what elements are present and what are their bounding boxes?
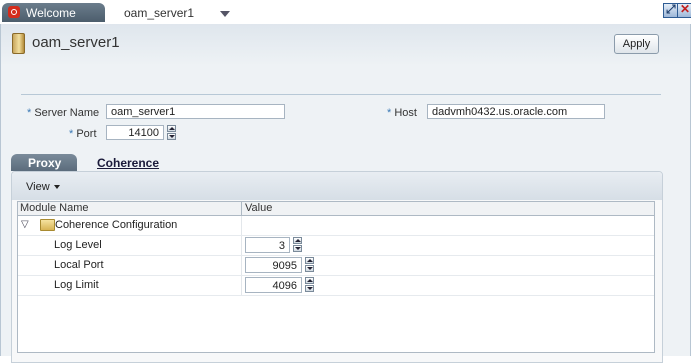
row-label-log-level: Log Level xyxy=(54,239,102,251)
close-icon[interactable]: ✕ xyxy=(677,2,691,18)
coherence-panel: View Module Name Value ▽ Coherence Confi… xyxy=(11,171,663,363)
tab-welcome-label: Welcome xyxy=(26,6,76,20)
chevron-down-icon xyxy=(53,185,60,190)
required-marker: * xyxy=(27,107,32,119)
table-row-group[interactable]: ▽ Coherence Configuration xyxy=(18,216,654,236)
log-limit-field[interactable]: 4096 xyxy=(245,277,302,293)
tab-welcome[interactable]: Welcome xyxy=(2,3,105,22)
port-label: * Port xyxy=(69,128,97,140)
collapse-toggle-icon[interactable]: ▽ xyxy=(21,219,29,230)
host-label: * Host xyxy=(387,107,417,119)
spinner-icon[interactable] xyxy=(305,257,314,273)
tab-oam-server1[interactable]: oam_server1 xyxy=(106,3,234,24)
table-header: Module Name Value xyxy=(18,202,654,216)
required-marker: * xyxy=(69,128,74,140)
table-row[interactable]: Local Port 9095 xyxy=(18,256,654,276)
document-tab-bar: Welcome oam_server1 ⤢ ✕ xyxy=(0,0,691,24)
spinner-icon[interactable] xyxy=(305,277,314,293)
row-label-log-limit: Log Limit xyxy=(54,279,99,291)
column-module-name[interactable]: Module Name xyxy=(20,202,88,214)
column-divider xyxy=(241,216,242,235)
tab-oam-server1-label: oam_server1 xyxy=(124,6,195,20)
header-divider xyxy=(21,94,661,95)
server-name-field[interactable]: oam_server1 xyxy=(106,104,285,119)
tab-coherence[interactable]: Coherence xyxy=(81,154,176,171)
folder-icon xyxy=(40,219,55,231)
column-separator xyxy=(241,202,242,215)
maximize-icon[interactable]: ⤢ xyxy=(663,2,678,18)
spinner-icon[interactable] xyxy=(293,237,302,253)
apply-button[interactable]: Apply xyxy=(614,34,659,54)
page-icon xyxy=(12,33,25,54)
table-row[interactable]: Log Limit 4096 xyxy=(18,276,654,296)
view-menu-button[interactable]: View xyxy=(26,181,60,193)
table-row[interactable]: Log Level 3 xyxy=(18,236,654,256)
tab-proxy[interactable]: Proxy xyxy=(11,154,77,171)
tree-table: Module Name Value ▽ Coherence Configurat… xyxy=(17,201,655,353)
port-field[interactable]: 14100 xyxy=(106,125,164,140)
host-field[interactable]: dadvmh0432.us.oracle.com xyxy=(427,104,605,119)
page-title: oam_server1 xyxy=(32,34,120,51)
column-divider xyxy=(241,236,242,255)
column-value[interactable]: Value xyxy=(245,202,272,214)
log-level-field[interactable]: 3 xyxy=(245,237,290,253)
oracle-logo-icon xyxy=(8,6,20,18)
panel-toolbar: View xyxy=(12,172,662,200)
column-divider xyxy=(241,256,242,275)
row-label-local-port: Local Port xyxy=(54,259,104,271)
local-port-field[interactable]: 9095 xyxy=(245,257,302,273)
group-label: Coherence Configuration xyxy=(55,219,178,231)
required-marker: * xyxy=(387,107,392,119)
server-name-label: * Server Name xyxy=(27,107,100,119)
spinner-icon[interactable] xyxy=(167,125,176,141)
column-divider xyxy=(241,276,242,295)
content-frame: oam_server1 Apply * Server Name oam_serv… xyxy=(0,24,691,363)
tab-menu-icon[interactable] xyxy=(220,11,230,17)
page-header: oam_server1 Apply xyxy=(1,24,690,84)
